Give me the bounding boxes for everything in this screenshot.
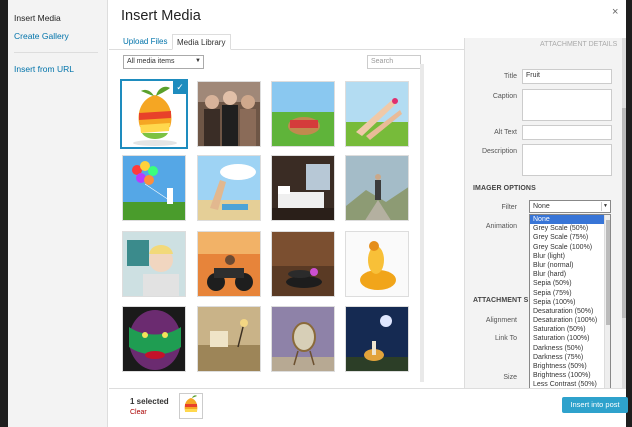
attachment-thumb-mirror[interactable] [271, 306, 335, 372]
filter-option[interactable]: Darkness (50%) [530, 344, 610, 353]
filter-label: Filter [501, 204, 517, 211]
insert-into-post-button[interactable]: Insert into post [562, 397, 628, 413]
fairy-night-image [346, 307, 408, 371]
selected-thumbnail[interactable] [179, 393, 203, 419]
filter-option[interactable]: Grey Scale (50%) [530, 224, 610, 233]
legs-on-grass-image [346, 82, 408, 146]
balloons-image [123, 156, 185, 220]
caption-label: Caption [492, 93, 517, 100]
attachment-thumb-fairy[interactable] [345, 306, 409, 372]
filter-option[interactable]: Saturation (100%) [530, 334, 610, 343]
details-scroll-thumb[interactable] [622, 108, 626, 318]
attachment-thumb-motorcycle[interactable] [197, 231, 261, 297]
search-input[interactable]: Search [367, 55, 421, 69]
attachment-thumb-picnic[interactable] [271, 81, 335, 147]
mountain-image [346, 156, 408, 220]
description-label: Description [481, 148, 517, 155]
attachment-thumb-desk[interactable] [197, 306, 261, 372]
bedroom-image [272, 156, 334, 220]
details-heading: ATTACHMENT DETAILS [540, 41, 618, 48]
spa-stones-image [272, 232, 334, 296]
filter-option[interactable]: Grey Scale (100%) [530, 243, 610, 252]
mirror-image [272, 307, 334, 371]
filter-option[interactable]: Blur (hard) [530, 270, 610, 279]
insert-media-modal: Insert Media Create Gallery Insert from … [8, 0, 628, 427]
filter-option[interactable]: Brightness (100%) [530, 371, 610, 380]
filter-option[interactable]: Desaturation (100%) [530, 316, 610, 325]
painted-face-image [123, 307, 185, 371]
attachment-thumb-woman-book[interactable] [122, 231, 186, 297]
filter-option[interactable]: Sepia (75%) [530, 289, 610, 298]
filter-option[interactable]: Grey Scale (75%) [530, 233, 610, 242]
alt-text-field[interactable] [522, 125, 612, 140]
filter-option[interactable]: Blur (normal) [530, 261, 610, 270]
filter-options-list[interactable]: None Grey Scale (50%) Grey Scale (75%) Grey… [529, 214, 611, 403]
alignment-label: Alignment [485, 317, 517, 324]
title-label: Title [504, 73, 517, 80]
tab-upload-files[interactable]: Upload Files [119, 34, 171, 50]
filter-select[interactable]: None ▼ [529, 200, 611, 213]
page-title: Insert Media [121, 8, 201, 24]
attachment-thumb-mountain[interactable] [345, 155, 409, 221]
media-filter-select[interactable]: All media items ▼ [123, 55, 204, 69]
motorcycle-image [198, 232, 260, 296]
filter-option[interactable]: Sepia (50%) [530, 279, 610, 288]
clear-selection-link[interactable]: Clear [130, 409, 147, 416]
attachment-thumb-flower[interactable] [345, 231, 409, 297]
filter-option[interactable]: Saturation (50%) [530, 325, 610, 334]
filter-option[interactable]: Darkness (75%) [530, 353, 610, 362]
grid-scrollbar[interactable] [420, 64, 424, 382]
selection-count: 1 selected [130, 397, 169, 406]
size-label: Size [503, 374, 517, 381]
menu-item-create-gallery[interactable]: Create Gallery [14, 31, 69, 41]
attachment-thumb-fruit[interactable]: ✓ [120, 79, 188, 149]
close-icon[interactable]: × [612, 6, 618, 18]
attachment-thumb-legs[interactable] [345, 81, 409, 147]
media-frame-menu: Insert Media Create Gallery Insert from … [8, 0, 108, 427]
fruit-mini-image [180, 394, 202, 418]
filter-option[interactable]: Brightness (50%) [530, 362, 610, 371]
attachment-thumb-balloons[interactable] [122, 155, 186, 221]
menu-separator [14, 52, 98, 53]
description-field[interactable] [522, 144, 612, 176]
modal-backdrop-left [0, 0, 8, 427]
modal-backdrop-right [626, 0, 632, 427]
attachment-thumb-group[interactable] [197, 81, 261, 147]
chevron-down-icon: ▼ [195, 58, 201, 64]
filter-list-scroll-thumb[interactable] [606, 220, 610, 325]
animation-label: Animation [485, 223, 517, 230]
attachment-thumb-beach[interactable] [197, 155, 261, 221]
attachment-settings-heading: ATTACHMENT S [473, 297, 529, 304]
yellow-flower-image [346, 232, 408, 296]
filter-select-value: None [533, 203, 550, 210]
beach-image [198, 156, 260, 220]
woman-reading-image [123, 232, 185, 296]
filter-option[interactable]: Sepia (100%) [530, 298, 610, 307]
filter-option[interactable]: None [530, 215, 610, 225]
media-filter-value: All media items [127, 58, 175, 65]
menu-item-insert-from-url[interactable]: Insert from URL [14, 64, 74, 74]
tab-media-library[interactable]: Media Library [172, 34, 231, 50]
link-to-label: Link To [494, 335, 517, 342]
filter-option[interactable]: Desaturation (50%) [530, 307, 610, 316]
desk-lamp-image [198, 307, 260, 371]
group-photo-image [198, 82, 260, 146]
picnic-image [272, 82, 334, 146]
menu-item-insert-media[interactable]: Insert Media [14, 13, 61, 23]
title-field[interactable]: Fruit [522, 69, 612, 84]
filter-list-scrollbar[interactable] [604, 215, 610, 402]
filter-option[interactable]: Blur (light) [530, 252, 610, 261]
imager-options-heading: IMAGER OPTIONS [473, 185, 536, 192]
attachment-thumb-bedroom[interactable] [271, 155, 335, 221]
media-toolbar-footer: 1 selected Clear Insert into post [109, 388, 628, 427]
caption-field[interactable] [522, 89, 612, 121]
alt-text-label: Alt Text [494, 129, 517, 136]
chevron-down-icon: ▼ [601, 202, 609, 211]
attachment-thumb-face-paint[interactable] [122, 306, 186, 372]
attachment-thumb-spa[interactable] [271, 231, 335, 297]
check-icon[interactable]: ✓ [173, 81, 186, 94]
